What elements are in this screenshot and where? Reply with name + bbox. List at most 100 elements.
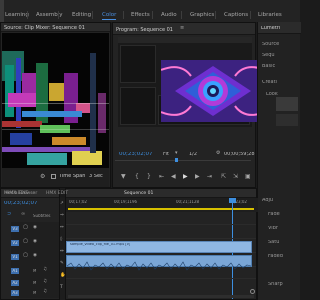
zoom-handle[interactable] bbox=[250, 289, 255, 294]
playhead-marker[interactable] bbox=[175, 158, 178, 162]
play-icon[interactable]: ▶ bbox=[183, 174, 188, 180]
step-forward-icon[interactable]: ▶ bbox=[195, 174, 200, 180]
workspace-bar: Learning Assembly Editing Color Effects … bbox=[0, 0, 300, 22]
track-row-a3[interactable] bbox=[66, 279, 256, 289]
mic-icon[interactable]: ♫ bbox=[43, 279, 47, 285]
playhead-bar[interactable] bbox=[115, 160, 251, 161]
tab-audio[interactable]: Audio bbox=[161, 12, 177, 18]
lift-icon[interactable]: ⇱ bbox=[221, 174, 226, 180]
divider bbox=[215, 11, 216, 19]
go-to-out-icon[interactable]: ⇥ bbox=[207, 174, 212, 180]
program-video-frame[interactable] bbox=[161, 60, 265, 122]
program-monitor-title[interactable]: Program: Sequence 01 bbox=[116, 27, 173, 33]
look-preview[interactable] bbox=[276, 97, 298, 111]
waveform bbox=[66, 261, 252, 271]
divider bbox=[250, 11, 251, 19]
fit-dropdown[interactable]: Fit bbox=[163, 152, 169, 157]
go-to-in-icon[interactable]: ⇤ bbox=[159, 174, 164, 180]
track-select-icon[interactable]: ⇒ bbox=[60, 213, 64, 219]
lumetri-label: Sequ bbox=[262, 53, 275, 58]
snap-icon[interactable]: ⊃ bbox=[7, 212, 11, 217]
type-tool-icon[interactable]: T bbox=[60, 285, 63, 291]
divider bbox=[152, 11, 153, 19]
mic-icon[interactable]: ♫ bbox=[43, 289, 47, 295]
video-clip[interactable]: sample_video_clip_file_01.mp4 [V] bbox=[66, 241, 252, 253]
resolution-dropdown[interactable]: 1/2 bbox=[189, 152, 197, 157]
project-panel: Media Browser 00;23;02;07 ⊃ ∞ V3 ◯ ◉ V2 … bbox=[0, 188, 60, 300]
work-area-bar[interactable] bbox=[68, 208, 254, 210]
track-header-column: V3 ◯ ◉ V2 ◯ ◉ V1 ◯ ◉ A1 M ♫ A2 M ♫ A3 M … bbox=[11, 222, 59, 298]
tab-learning[interactable]: Learning bbox=[5, 12, 29, 18]
seconds-label[interactable]: 3 Sec bbox=[89, 174, 103, 179]
tab-captions[interactable]: Captions bbox=[224, 12, 248, 18]
clip-label: sample_video_clip_file_01.mp4 [V] bbox=[70, 243, 131, 246]
track-label: A1 bbox=[12, 269, 18, 273]
divider bbox=[123, 11, 124, 19]
tab-effects[interactable]: Effects bbox=[131, 12, 150, 18]
tab-hmx-edit[interactable]: HMX EDIT bbox=[6, 191, 28, 196]
track-label: A2 bbox=[12, 281, 18, 285]
timeline-timecode[interactable]: 00;23;02;07 bbox=[4, 201, 38, 207]
timeline-panel: HMX EDIT HMX EDIT Sequence 01 00;17;02 0… bbox=[6, 188, 258, 300]
marker-icon[interactable]: ▼ bbox=[121, 174, 126, 180]
lumetri-label: Satu bbox=[268, 240, 280, 245]
eye-icon[interactable]: ◉ bbox=[33, 253, 37, 259]
wrench-icon[interactable]: ⚙ bbox=[40, 174, 45, 180]
tab-graphics[interactable]: Graphics bbox=[190, 12, 214, 18]
eye-icon[interactable]: ◉ bbox=[33, 239, 37, 245]
mic-icon[interactable]: ♫ bbox=[43, 267, 47, 273]
track-row-v2[interactable] bbox=[66, 227, 256, 239]
tab-hmx-edit-2[interactable]: HMX EDIT bbox=[46, 191, 68, 196]
window-edge bbox=[0, 0, 4, 22]
lock-icon[interactable]: ◯ bbox=[23, 253, 28, 259]
preview-project-panel bbox=[120, 87, 156, 125]
pen-tool-icon[interactable]: ✎ bbox=[60, 261, 64, 267]
playhead-handle[interactable] bbox=[229, 198, 236, 203]
camera-icon[interactable]: ▣ bbox=[245, 174, 251, 180]
lumetri-label[interactable]: Basic bbox=[262, 64, 275, 69]
lumetri-label: Vibr bbox=[268, 226, 278, 231]
tab-sequence-01[interactable]: Sequence 01 bbox=[124, 191, 153, 196]
source-monitor-title[interactable]: Source: Clip Mixer: Sequence 01 bbox=[4, 25, 85, 31]
tab-libraries[interactable]: Libraries bbox=[258, 12, 282, 18]
wrench-icon[interactable]: ⚙ bbox=[216, 151, 220, 156]
mute-button[interactable]: M bbox=[33, 291, 36, 295]
mark-in-icon[interactable]: { bbox=[135, 174, 139, 180]
track-label: A3 bbox=[12, 291, 18, 295]
slip-tool-icon[interactable]: ↭ bbox=[60, 249, 64, 255]
timeline-tabs: HMX EDIT HMX EDIT Sequence 01 bbox=[6, 189, 256, 198]
audio-clip[interactable] bbox=[66, 255, 252, 271]
source-video-frame[interactable] bbox=[2, 33, 109, 168]
tab-color[interactable]: Color bbox=[102, 12, 117, 20]
selection-tool-icon[interactable]: ↗ bbox=[60, 201, 64, 207]
eye-icon[interactable]: ◉ bbox=[33, 225, 37, 231]
program-timecode[interactable]: 00;23;02;07 bbox=[119, 152, 153, 158]
ripple-edit-icon[interactable]: ↔ bbox=[60, 225, 64, 231]
divider bbox=[58, 11, 59, 19]
active-tab-underline bbox=[102, 19, 117, 20]
lock-icon[interactable]: ◯ bbox=[23, 225, 28, 231]
track-row-v3[interactable] bbox=[66, 213, 256, 225]
kaleidoscope-image bbox=[161, 60, 265, 122]
lumetri-title[interactable]: Lumetri bbox=[261, 26, 280, 31]
checkbox[interactable] bbox=[51, 174, 56, 179]
time-span-label: Time Span bbox=[59, 174, 86, 179]
mute-button[interactable]: M bbox=[33, 281, 36, 285]
step-back-icon[interactable]: ◀ bbox=[171, 174, 176, 180]
mute-button[interactable]: M bbox=[33, 269, 36, 273]
lumetri-label[interactable]: Adju bbox=[262, 198, 273, 203]
mark-out-icon[interactable]: } bbox=[147, 174, 151, 180]
chevron-down-icon[interactable]: ▾ bbox=[175, 151, 178, 156]
look-preview[interactable] bbox=[276, 114, 298, 126]
linked-selection-icon[interactable]: ∞ bbox=[21, 212, 25, 217]
source-monitor-footer: ⚙ Time Span 3 Sec bbox=[2, 168, 109, 187]
panel-menu-icon[interactable]: ≡ bbox=[180, 26, 184, 31]
razor-icon[interactable]: ◊ bbox=[60, 237, 62, 243]
lumetri-label: Sharp bbox=[268, 282, 283, 287]
extract-icon[interactable]: ⇲ bbox=[233, 174, 238, 180]
tab-editing[interactable]: Editing bbox=[72, 12, 91, 18]
horizontal-scrollbar[interactable] bbox=[68, 295, 254, 298]
lock-icon[interactable]: ◯ bbox=[23, 239, 28, 245]
lumetri-label: Fade bbox=[268, 212, 280, 217]
lumetri-label[interactable]: Creati bbox=[262, 80, 277, 85]
